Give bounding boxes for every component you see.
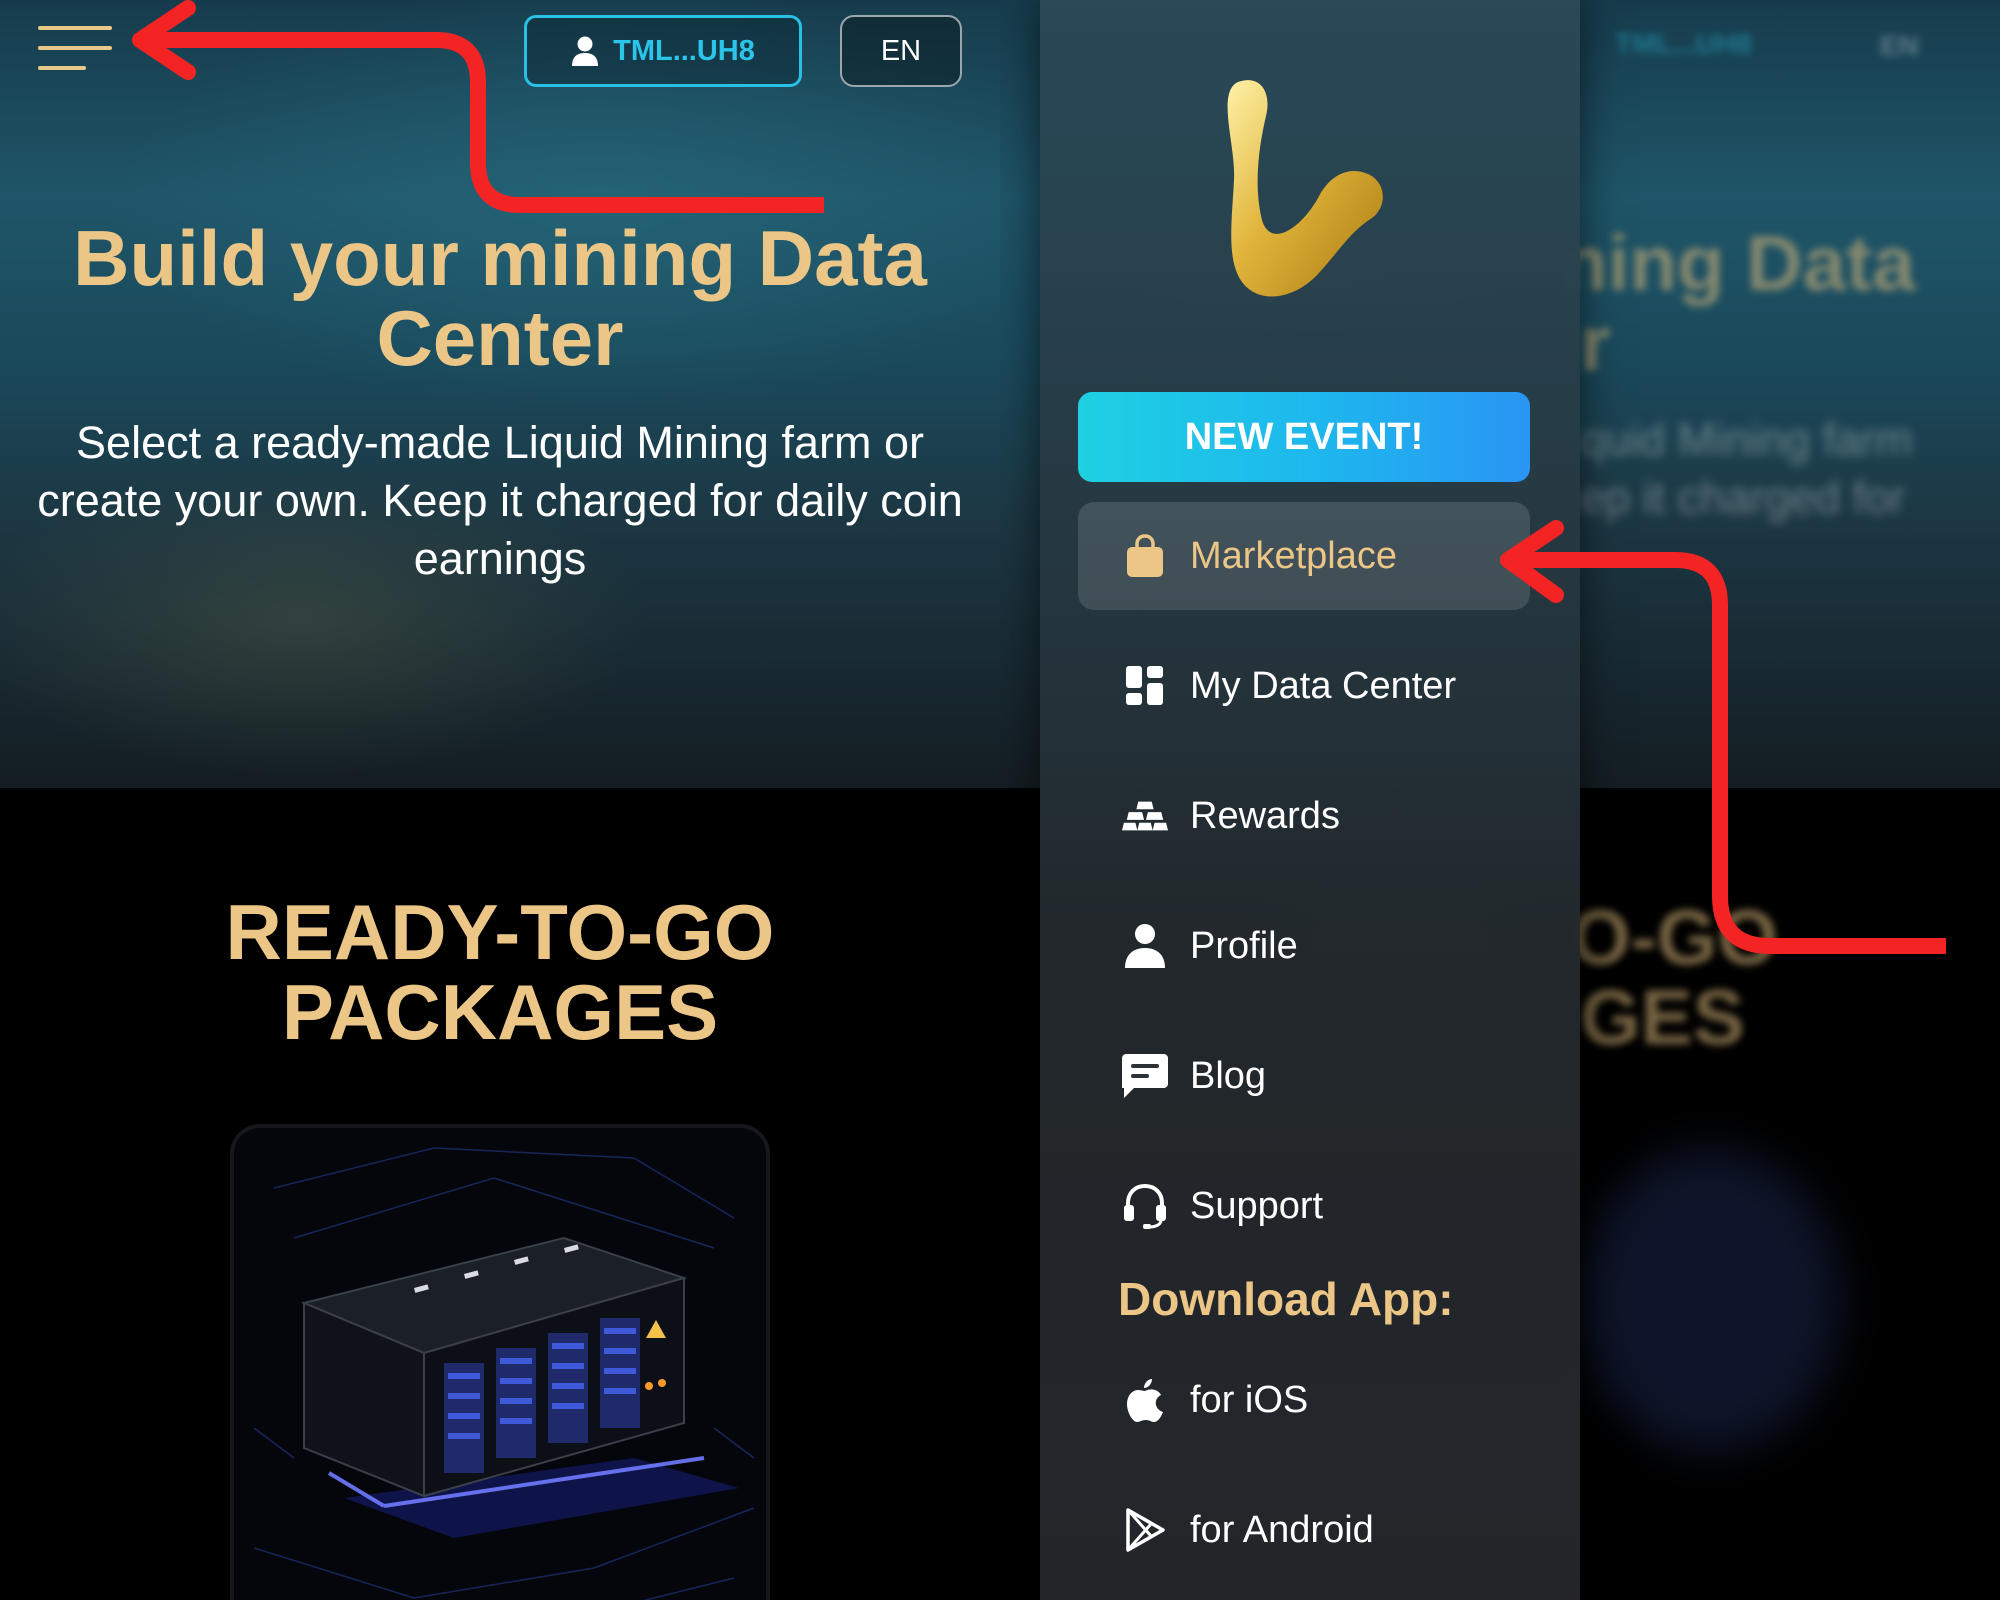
user-icon <box>1122 923 1168 969</box>
google-play-icon <box>1122 1507 1168 1553</box>
menu-item-label: for iOS <box>1190 1378 1309 1421</box>
ghost-wallet-label: TML...UH8 <box>1615 28 1752 59</box>
menu-item-profile[interactable]: Profile <box>1078 892 1530 1000</box>
packages-title-line2: PACKAGES <box>281 968 719 1056</box>
ghost-lang-label: EN <box>1880 30 1919 61</box>
apple-icon <box>1122 1377 1168 1423</box>
headset-icon <box>1122 1183 1168 1229</box>
shopping-bag-icon <box>1122 533 1168 579</box>
hamburger-menu-icon[interactable] <box>38 24 112 72</box>
menu-open-screen: TML...UH8 EN ning Data r quid Mining far… <box>1000 0 2000 1600</box>
menu-item-support[interactable]: Support <box>1078 1152 1530 1260</box>
download-android-link[interactable]: for Android <box>1078 1476 1530 1584</box>
new-event-label: NEW EVENT! <box>1184 415 1424 458</box>
ghost-title-fragment-1: ning Data <box>1560 219 1916 307</box>
chat-message-icon <box>1122 1053 1168 1099</box>
packages-title-line1: READY-TO-GO <box>225 888 775 976</box>
hero-section <box>0 0 1000 788</box>
menu-item-label: Support <box>1190 1184 1324 1227</box>
wallet-address-label: TML...UH8 <box>613 34 755 67</box>
package-card[interactable] <box>230 1124 770 1600</box>
user-icon <box>572 36 599 66</box>
gold-bars-icon <box>1122 793 1168 839</box>
menu-item-rewards[interactable]: Rewards <box>1078 762 1530 870</box>
mining-container-image <box>234 1128 766 1600</box>
wallet-address-button[interactable]: TML...UH8 <box>524 15 802 87</box>
menu-item-label: Marketplace <box>1190 534 1397 577</box>
language-label: EN <box>880 34 922 67</box>
side-drawer-menu: NEW EVENT! Marketplace My Data Center Re… <box>1040 0 1580 1600</box>
ghost-packages-fragment-1: O-GO <box>1570 893 1778 981</box>
hero-title: Build your mining Data Center <box>73 214 927 382</box>
ghost-title-fragment-2: r <box>1580 299 1611 387</box>
menu-item-my-data-center[interactable]: My Data Center <box>1078 632 1530 740</box>
language-button[interactable]: EN <box>840 15 962 87</box>
menu-item-label: for Android <box>1190 1508 1374 1551</box>
menu-item-blog[interactable]: Blog <box>1078 1022 1530 1130</box>
menu-item-label: Blog <box>1190 1054 1267 1097</box>
download-ios-link[interactable]: for iOS <box>1078 1346 1530 1454</box>
ghost-sub-fragment-1: quid Mining farm <box>1580 414 1913 465</box>
liquid-logo-icon <box>1227 80 1383 297</box>
ghost-packages-fragment-2: GES <box>1580 973 1745 1061</box>
menu-item-label: Profile <box>1190 924 1298 967</box>
ghost-sub-fragment-2: ep it charged for <box>1580 472 1906 523</box>
hero-subtitle: Select a ready-made Liquid Mining farm o… <box>37 417 963 584</box>
menu-item-label: My Data Center <box>1190 664 1457 707</box>
menu-item-label: Rewards <box>1190 794 1340 837</box>
main-page-screen: TML...UH8 EN Build your mining Data Cent… <box>0 0 1000 1600</box>
new-event-button[interactable]: NEW EVENT! <box>1078 392 1530 482</box>
menu-item-marketplace[interactable]: Marketplace <box>1078 502 1530 610</box>
dashboard-grid-icon <box>1122 663 1168 709</box>
download-app-title: Download App: <box>1118 1273 1454 1325</box>
packages-title: READY-TO-GO PACKAGES <box>0 892 1000 1052</box>
